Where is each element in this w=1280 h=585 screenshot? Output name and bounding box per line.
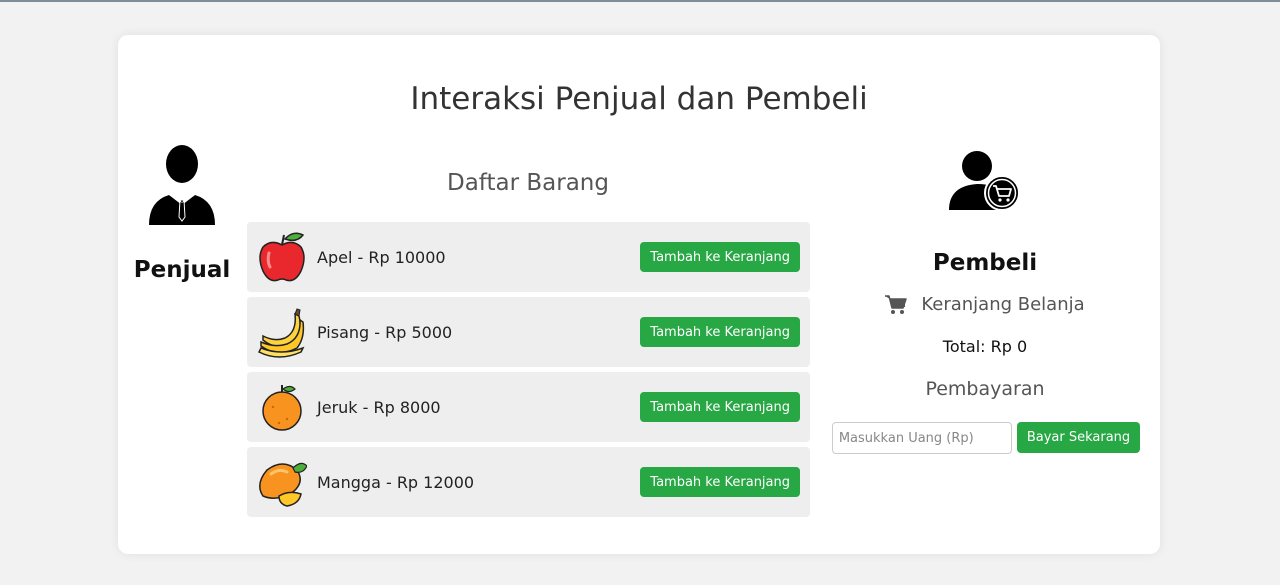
top-border [0, 0, 1280, 2]
product-name: Pisang - Rp 5000 [317, 322, 453, 342]
banana-icon [257, 308, 305, 358]
seller-panel: Penjual [132, 145, 232, 283]
payment-row: Bayar Sekarang [828, 422, 1142, 454]
shopping-cart-icon [885, 294, 908, 314]
payment-amount-input[interactable] [831, 422, 1012, 454]
buyer-panel: Pembeli Keranjang Belanja Total: Rp 0 Pe… [828, 150, 1142, 454]
list-item-mango: Mangga - Rp 12000 Tambah ke Keranjang [247, 447, 810, 517]
list-item-apple: Apel - Rp 10000 Tambah ke Keranjang [247, 222, 810, 292]
pay-now-button[interactable]: Bayar Sekarang [1016, 422, 1141, 453]
mango-icon [259, 462, 307, 507]
product-name: Jeruk - Rp 8000 [317, 397, 441, 417]
product-name: Apel - Rp 10000 [317, 247, 446, 267]
list-item-orange: Jeruk - Rp 8000 Tambah ke Keranjang [247, 372, 810, 442]
add-to-cart-button[interactable]: Tambah ke Keranjang [640, 392, 800, 422]
businessman-icon [149, 145, 215, 225]
product-name: Mangga - Rp 12000 [317, 472, 475, 492]
add-to-cart-button[interactable]: Tambah ke Keranjang [640, 467, 800, 497]
product-list-title: Daftar Barang [447, 170, 609, 196]
page-title: Interaksi Penjual dan Pembeli [410, 81, 868, 117]
cart-title: Keranjang Belanja [828, 294, 1142, 315]
payment-title: Pembayaran [925, 378, 1045, 400]
list-item-banana: Pisang - Rp 5000 Tambah ke Keranjang [247, 297, 810, 367]
cart-total: Total: Rp 0 [942, 337, 1028, 356]
seller-label: Penjual [133, 257, 231, 283]
add-to-cart-button[interactable]: Tambah ke Keranjang [640, 317, 800, 347]
cart-title-label: Keranjang Belanja [921, 294, 1085, 315]
apple-icon [259, 232, 305, 282]
main-card: Interaksi Penjual dan Pembeli Penjual Da… [118, 35, 1160, 554]
buyer-label: Pembeli [932, 250, 1038, 276]
product-list: Apel - Rp 10000 Tambah ke Keranjang Pisa… [247, 222, 810, 522]
add-to-cart-button[interactable]: Tambah ke Keranjang [640, 242, 800, 272]
user-cart-icon [949, 151, 1020, 211]
orange-icon [262, 385, 302, 431]
